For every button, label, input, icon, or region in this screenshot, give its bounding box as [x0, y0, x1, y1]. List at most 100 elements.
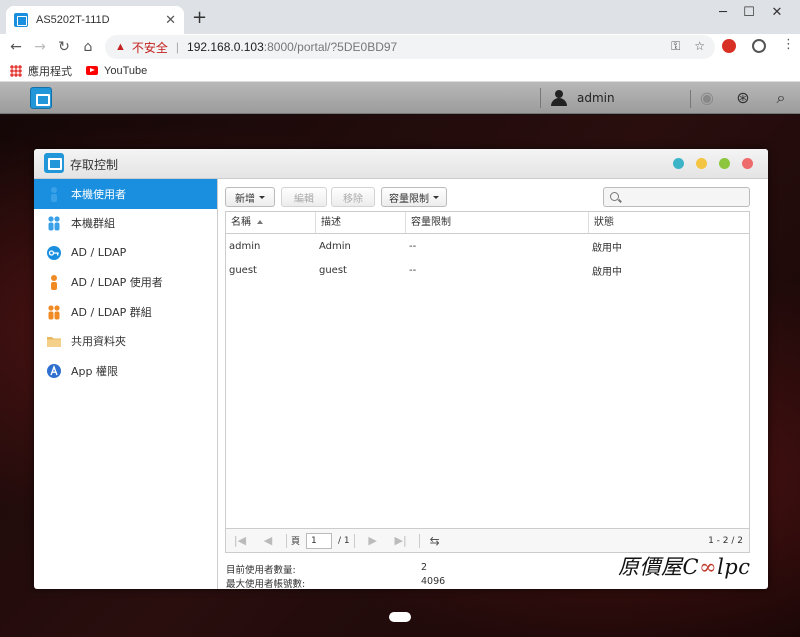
group-icon: [46, 215, 62, 231]
sidebar-item-shared-folders[interactable]: 共用資料夾: [34, 327, 217, 357]
user-avatar-icon: [551, 90, 567, 106]
column-header-name[interactable]: 名稱: [226, 212, 316, 233]
prev-page-icon[interactable]: ◀: [254, 534, 282, 547]
column-header-label: 描述: [321, 217, 341, 228]
edit-button[interactable]: 編輯: [281, 187, 327, 207]
browser-tab-strip: AS5202T-111D ✕ + ─ ☐ ✕: [0, 0, 800, 34]
browser-toolbar: ← → ↻ ⌂ ▲ 不安全 | 192.168.0.103:8000/porta…: [0, 34, 800, 60]
last-page-icon[interactable]: ▶|: [387, 534, 415, 547]
sidebar-item-label: 本機群組: [71, 217, 115, 231]
search-icon: [610, 192, 619, 201]
window-close-button[interactable]: [742, 158, 753, 169]
next-page-icon[interactable]: ▶: [359, 534, 387, 547]
column-header-status[interactable]: 狀態: [589, 212, 749, 233]
browser-tab[interactable]: AS5202T-111D ✕: [6, 6, 184, 34]
user-menu[interactable]: admin: [540, 88, 615, 108]
youtube-icon: [86, 66, 98, 75]
cell-name: admin: [229, 240, 261, 252]
sidebar-item-ad-ldap[interactable]: AD / LDAP: [34, 238, 217, 268]
add-button[interactable]: 新增: [225, 187, 275, 207]
home-icon[interactable]: ⌂: [76, 39, 100, 55]
url-path: :8000/portal/?5DE0BD97: [263, 40, 398, 54]
group-icon: [46, 304, 62, 320]
page-label: 頁: [291, 537, 301, 547]
window-titlebar[interactable]: 存取控制: [34, 149, 768, 179]
adm-taskbar: admin ◉ ⊛ ⌕: [0, 82, 800, 114]
bookmarks-bar: 應用程式 YouTube: [0, 60, 800, 82]
window-title: 存取控制: [70, 158, 119, 172]
access-control-taskbar-icon[interactable]: [30, 87, 52, 109]
sidebar-item-ad-ldap-groups[interactable]: AD / LDAP 群組: [34, 297, 217, 327]
table-row[interactable]: guest guest -- 啟用中: [226, 258, 749, 282]
current-users-value: 2: [421, 562, 428, 573]
watermark-infinity: ∞: [699, 555, 718, 579]
column-header-quota[interactable]: 容量限制: [406, 212, 589, 233]
page-number-input[interactable]: 1: [306, 532, 333, 549]
max-users-label: 最大使用者帳號數:: [226, 579, 306, 590]
cell-status: 啟用中: [592, 266, 622, 278]
sidebar-item-ad-ldap-users[interactable]: AD / LDAP 使用者: [34, 268, 217, 298]
edit-button-label: 編輯: [294, 193, 314, 205]
window-maximize-button[interactable]: [719, 158, 730, 169]
chevron-down-icon: [259, 195, 265, 199]
back-icon[interactable]: ←: [4, 39, 28, 55]
search-icon[interactable]: ⌕: [772, 89, 790, 107]
forward-icon[interactable]: →: [28, 39, 52, 55]
access-control-window: 存取控制 本機使用者 本機群組 AD / LDAP AD / LDAP 使用者 …: [34, 149, 768, 590]
sidebar-item-label: 共用資料夾: [71, 335, 126, 349]
chevron-down-icon: [433, 195, 439, 199]
sidebar: 本機使用者 本機群組 AD / LDAP AD / LDAP 使用者 AD / …: [34, 179, 218, 589]
pagination-bar: |◀ ◀ 頁 1 / 1 ▶ ▶| ⇆ 1 - 2 / 2: [225, 529, 750, 553]
current-users-label: 目前使用者數量:: [226, 565, 296, 576]
extension-icon[interactable]: [722, 39, 736, 53]
window-minimize-button[interactable]: [696, 158, 707, 169]
quota-button[interactable]: 容量限制: [381, 187, 447, 207]
key-icon[interactable]: ⚿: [671, 39, 680, 54]
tab-close-icon[interactable]: ✕: [165, 13, 176, 28]
remove-button[interactable]: 移除: [331, 187, 375, 207]
bookmark-star-icon[interactable]: ☆: [694, 39, 705, 54]
username-label: admin: [577, 91, 615, 105]
menu-kebab-icon[interactable]: ⋮: [782, 37, 795, 52]
reload-icon[interactable]: ↻: [52, 39, 76, 55]
cell-description: Admin: [319, 240, 351, 252]
settings-dial-icon[interactable]: ⊛: [734, 89, 752, 107]
cell-quota: --: [409, 240, 417, 252]
column-header-label: 容量限制: [411, 217, 451, 228]
app-icon: [46, 363, 62, 379]
user-icon: [46, 186, 62, 202]
profile-icon[interactable]: [752, 39, 766, 53]
insecure-label: 不安全: [131, 40, 168, 55]
column-header-description[interactable]: 描述: [316, 212, 406, 233]
bookmark-apps[interactable]: 應用程式: [28, 63, 72, 79]
url-separator: |: [175, 40, 180, 54]
address-bar[interactable]: ▲ 不安全 | 192.168.0.103:8000/portal/?5DE0B…: [105, 35, 715, 59]
adm-favicon-icon: [14, 13, 28, 27]
folder-icon: [46, 333, 62, 349]
total-pages: / 1: [338, 535, 350, 546]
dock-handle[interactable]: [389, 612, 411, 622]
first-page-icon[interactable]: |◀: [226, 534, 254, 547]
watermark-text-pre: 原價屋C: [618, 555, 700, 579]
record-range: 1 - 2 / 2: [708, 535, 743, 546]
sidebar-item-label: 本機使用者: [71, 187, 126, 201]
table-header: 名稱 描述 容量限制 狀態: [226, 212, 749, 234]
window-help-button[interactable]: [673, 158, 684, 169]
notification-icon[interactable]: ◉: [698, 89, 716, 107]
users-table: 名稱 描述 容量限制 狀態 admin Admin -- 啟用中 guest g…: [225, 211, 750, 529]
bookmark-youtube[interactable]: YouTube: [104, 65, 147, 77]
sidebar-item-label: App 權限: [71, 364, 118, 378]
watermark-text-post: lpc: [717, 555, 751, 579]
search-input[interactable]: [603, 187, 750, 207]
table-row[interactable]: admin Admin -- 啟用中: [226, 234, 749, 258]
sidebar-item-local-users[interactable]: 本機使用者: [34, 179, 217, 209]
sidebar-item-local-groups[interactable]: 本機群組: [34, 209, 217, 239]
apps-grid-icon: [10, 64, 22, 77]
sidebar-item-label: AD / LDAP: [71, 246, 127, 260]
sidebar-item-label: AD / LDAP 群組: [71, 305, 152, 319]
sidebar-item-app-privileges[interactable]: App 權限: [34, 356, 217, 386]
refresh-icon[interactable]: ⇆: [430, 534, 440, 548]
new-tab-icon[interactable]: +: [192, 8, 207, 28]
sidebar-item-label: AD / LDAP 使用者: [71, 276, 163, 290]
window-close-icon[interactable]: ✕: [754, 0, 800, 24]
